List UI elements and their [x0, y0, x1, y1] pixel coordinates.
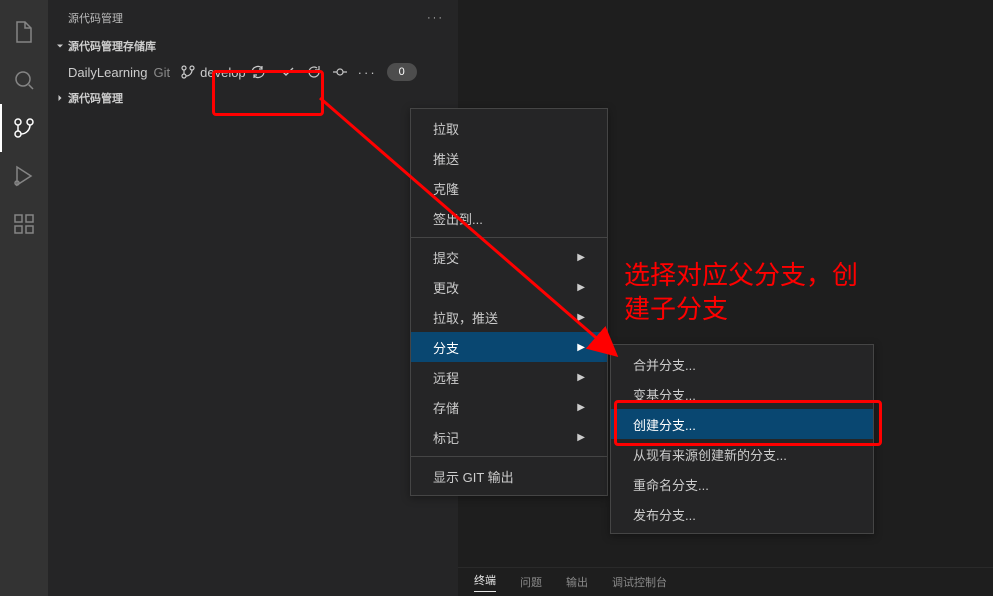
tab-output[interactable]: 输出 [566, 574, 588, 590]
chevron-right-icon: ▶ [577, 252, 585, 263]
search-icon[interactable] [0, 56, 48, 104]
tab-problems[interactable]: 问题 [520, 574, 542, 590]
submenu-rename-branch[interactable]: 重命名分支... [611, 469, 873, 499]
repo-type: Git [154, 65, 171, 80]
submenu-create-branch-from[interactable]: 从现有来源创建新的分支... [611, 439, 873, 469]
menu-item-pull[interactable]: 拉取 [411, 113, 607, 143]
branch-indicator[interactable]: develop [180, 64, 266, 80]
tab-terminal[interactable]: 终端 [474, 572, 496, 592]
section-header-label: 源代码管理 [68, 90, 123, 106]
source-control-icon[interactable] [0, 104, 48, 152]
menu-item-pull-push[interactable]: 拉取，推送▶ [411, 302, 607, 332]
menu-item-show-git-output[interactable]: 显示 GIT 输出 [411, 461, 607, 491]
menu-item-tags[interactable]: 标记▶ [411, 422, 607, 452]
branch-icon [180, 64, 196, 80]
menu-item-clone[interactable]: 克隆 [411, 173, 607, 203]
section-header-scm[interactable]: 源代码管理 [48, 87, 458, 109]
scm-context-menu: 拉取 推送 克隆 签出到... 提交▶ 更改▶ 拉取，推送▶ 分支▶ 远程▶ 存… [410, 108, 608, 496]
chevron-right-icon [52, 92, 68, 104]
section-header-repos[interactable]: 源代码管理存储库 [48, 35, 458, 57]
submenu-create-branch[interactable]: 创建分支... [611, 409, 873, 439]
check-icon[interactable] [280, 64, 296, 80]
menu-separator [411, 456, 607, 457]
menu-item-branch[interactable]: 分支▶ [411, 332, 607, 362]
repo-row[interactable]: DailyLearning Git develop ··· 0 [48, 57, 458, 87]
sync-icon [250, 64, 266, 80]
menu-item-push[interactable]: 推送 [411, 143, 607, 173]
chevron-right-icon: ▶ [577, 432, 585, 443]
menu-separator [411, 237, 607, 238]
sidebar-title-bar: 源代码管理 ··· [48, 0, 458, 35]
source-control-sidebar: 源代码管理 ··· 源代码管理存储库 DailyLearning Git dev… [48, 0, 458, 596]
branch-submenu: 合并分支... 变基分支... 创建分支... 从现有来源创建新的分支... 重… [610, 344, 874, 534]
more-actions-icon[interactable]: ··· [358, 65, 377, 80]
commit-icon[interactable] [332, 64, 348, 80]
pending-changes-badge: 0 [387, 63, 417, 81]
chevron-right-icon: ▶ [577, 282, 585, 293]
refresh-icon[interactable] [306, 64, 322, 80]
menu-item-checkout[interactable]: 签出到... [411, 203, 607, 233]
explorer-icon[interactable] [0, 8, 48, 56]
chevron-right-icon: ▶ [577, 402, 585, 413]
chevron-down-icon [52, 40, 68, 52]
chevron-right-icon: ▶ [577, 372, 585, 383]
menu-item-commit[interactable]: 提交▶ [411, 242, 607, 272]
tab-debug-console[interactable]: 调试控制台 [612, 574, 667, 590]
menu-item-stash[interactable]: 存储▶ [411, 392, 607, 422]
submenu-merge-branch[interactable]: 合并分支... [611, 349, 873, 379]
chevron-right-icon: ▶ [577, 342, 585, 353]
submenu-publish-branch[interactable]: 发布分支... [611, 499, 873, 529]
branch-name: develop [200, 65, 246, 80]
more-icon[interactable]: ··· [427, 12, 444, 24]
activity-bar [0, 0, 48, 596]
repo-name: DailyLearning [68, 65, 148, 80]
menu-item-remote[interactable]: 远程▶ [411, 362, 607, 392]
run-debug-icon[interactable] [0, 152, 48, 200]
panel-tabs: 终端 问题 输出 调试控制台 [458, 567, 993, 596]
chevron-right-icon: ▶ [577, 312, 585, 323]
menu-item-changes[interactable]: 更改▶ [411, 272, 607, 302]
sidebar-title: 源代码管理 [68, 10, 123, 26]
submenu-rebase-branch[interactable]: 变基分支... [611, 379, 873, 409]
extensions-icon[interactable] [0, 200, 48, 248]
section-header-label: 源代码管理存储库 [68, 38, 156, 54]
